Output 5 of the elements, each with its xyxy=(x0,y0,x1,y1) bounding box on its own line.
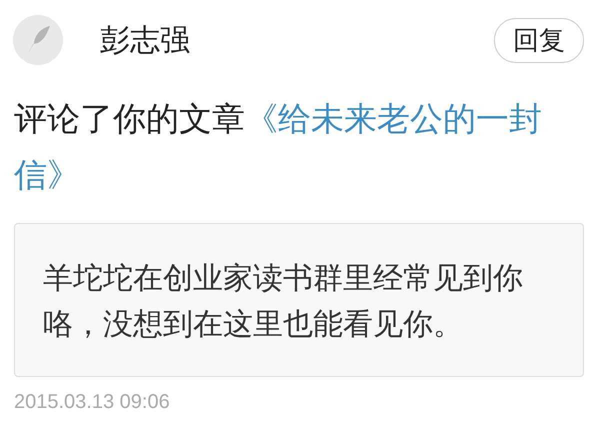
user-name: 彭志强 xyxy=(100,22,191,58)
comment-text: 评论了你的文章《给未来老公的一封信》 xyxy=(14,99,543,195)
timestamp: 2015.03.13 09:06 xyxy=(14,391,170,414)
quoted-comment: 羊坨坨在创业家读书群里经常见到你咯，没想到在这里也能看见你。 xyxy=(14,223,584,377)
reply-button[interactable]: 回复 xyxy=(494,18,584,62)
